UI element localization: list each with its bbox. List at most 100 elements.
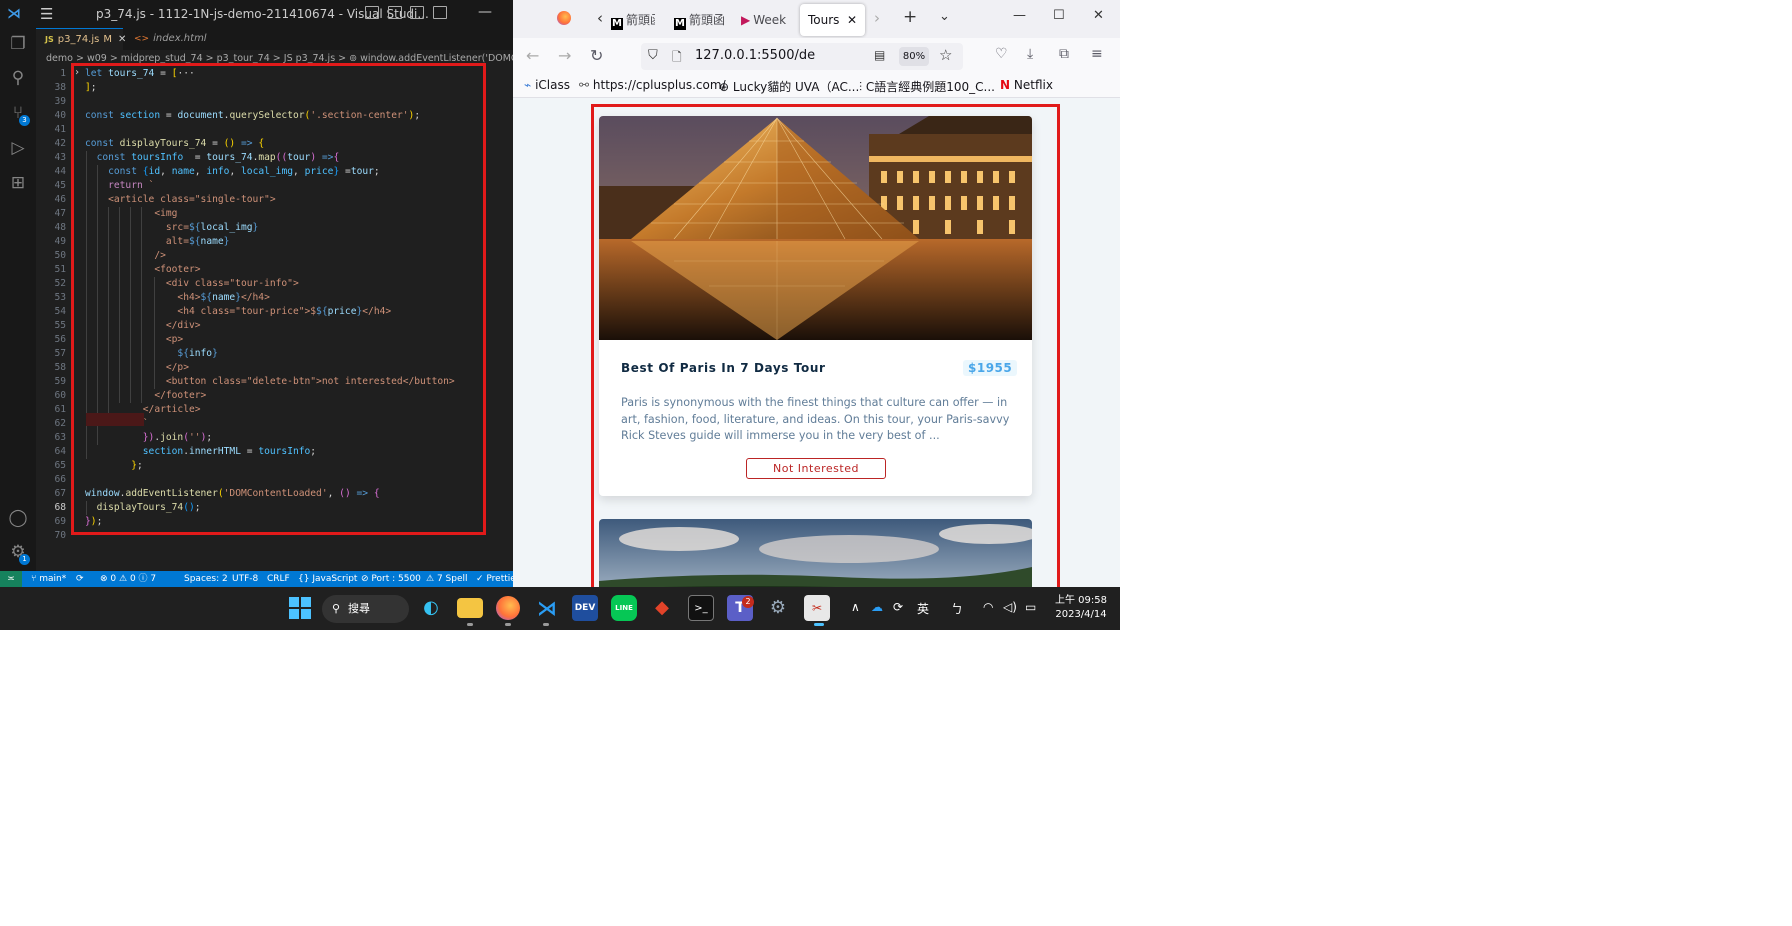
url-bar[interactable]: ⛉ 🗋 127.0.0.1:5500/demo/w09/mi ▤ 80% ☆ [641,43,963,70]
explorer-icon[interactable]: ❐ [0,32,36,56]
minimize-icon[interactable]: — [478,4,492,20]
line-number: 44 [54,166,66,177]
not-interested-button[interactable]: Not Interested [746,458,886,479]
tab-week[interactable]: ▶ Week [741,10,791,30]
bookmark-lucky-cat[interactable]: ⊕ Lucky貓的 UVA（AC... [719,78,859,95]
minimap[interactable] [491,67,513,571]
ime-indicator[interactable]: 英 [917,600,929,617]
volume-icon[interactable]: ◁) [1003,600,1017,614]
minimize-icon[interactable]: — [1013,8,1026,23]
firefox-icon[interactable] [496,596,520,620]
eol-status[interactable]: CRLF [267,571,290,587]
bookmark-star-icon[interactable]: ☆ [939,46,952,64]
start-icon[interactable] [287,595,313,621]
bookmark-iclass[interactable]: ⌁ iClass [524,78,570,92]
git-icon[interactable]: ◆ [649,595,675,621]
extensions-icon[interactable]: ⧉ [1059,46,1069,62]
toggle-panel-icon[interactable] [388,6,402,19]
list-tabs-icon[interactable]: ⌄ [939,9,950,24]
line-icon[interactable]: LINE [611,595,637,621]
close-tab-icon[interactable]: ✕ [847,4,857,36]
status-bar: ≍ ⑂ main* ⟳ ⊗ 0 ⚠ 0 ⓘ 7 Spaces: 2 UTF-8 … [0,571,513,587]
reload-icon[interactable]: ↻ [590,46,603,65]
tour-name: Best Of Paris In 7 Days Tour [621,361,826,375]
bookmark-c-examples[interactable]: ⫶ C語言經典例題100_C... [859,78,995,95]
desktop-screen: ⋊ ☰ p3_74.js - 1112-1N-js-demo-211410674… [0,0,1120,630]
forward-icon[interactable]: → [558,46,571,65]
vscode-icon[interactable]: ⋊ [534,595,560,621]
line-number: 58 [54,362,66,373]
url-text[interactable]: 127.0.0.1:5500/demo/w09/mi [695,48,815,63]
settings-gear-icon[interactable]: ⚙ 1 [0,540,36,565]
line-number: 69 [54,516,66,527]
line-number: 63 [54,432,66,443]
settings-icon[interactable]: ⚙ [765,595,791,621]
new-tab-icon[interactable]: + [903,7,917,27]
tab-arrow-function-2[interactable]: M 箭頭函 [674,10,724,30]
tab-arrow-function-1[interactable]: M箭頭函 [611,10,655,30]
language-status[interactable]: {} JavaScript [298,571,357,587]
encoding-status[interactable]: UTF-8 [232,571,258,587]
line-number: 67 [54,488,66,499]
zoom-level[interactable]: 80% [899,47,929,66]
fold-chevron-icon[interactable]: › [74,67,80,78]
maximize-icon[interactable]: ☐ [1053,8,1065,23]
live-server-status[interactable]: ⊘ Port : 5500 [361,571,421,587]
louvre-pyramid-image [599,116,1032,340]
input-mode-icon[interactable]: ㄅ [951,600,963,617]
terminal-icon[interactable]: >_ [688,595,714,621]
shield-icon[interactable]: ⛉ [648,48,658,63]
spell-status[interactable]: ⚠ 7 Spell [426,571,468,587]
snipping-tool-icon[interactable]: ✂ [804,595,830,621]
tab-scroll-right-icon[interactable]: › [874,9,880,27]
bookmark-netflix[interactable]: N Netflix [1000,78,1053,92]
onedrive-icon[interactable]: ☁ [871,600,883,614]
prettier-status[interactable]: ✓ Prettie [476,571,513,587]
edge-icon[interactable]: ◐ [418,595,444,621]
account-icon[interactable]: ◯ [0,506,36,530]
devc-icon[interactable]: DEV [572,595,598,621]
firefox-view-icon[interactable] [557,11,571,25]
toggle-secondary-sidebar-icon[interactable] [410,6,424,19]
tab-label: index.html [153,33,207,44]
file-explorer-icon[interactable] [457,598,483,618]
branch-status[interactable]: ⑂ main* [31,571,66,587]
tab-p3-74-js[interactable]: JS p3_74.js M ✕ [36,28,126,50]
show-hidden-icons[interactable]: ∧ [851,600,860,614]
customize-layout-icon[interactable] [433,6,447,19]
globe-icon: ⊕ [719,80,730,94]
system-clock[interactable]: 上午 09:58 2023/4/14 [1055,594,1107,622]
sync-status-icon[interactable]: ⟳ [893,600,903,614]
run-debug-icon[interactable]: ▷ [0,136,36,160]
pocket-icon[interactable]: ♡ [995,46,1008,62]
battery-icon[interactable]: ▭ [1025,600,1036,614]
sync-icon[interactable]: ⟳ [76,571,84,587]
bookmark-cplusplus[interactable]: ⚯ https://cplusplus.com/ [579,78,726,92]
tab-tours[interactable]: Tours ✕ [800,4,865,36]
line-number: 54 [54,306,66,317]
reader-view-icon[interactable]: ▤ [874,48,885,62]
problems-status[interactable]: ⊗ 0 ⚠ 0 ⓘ 7 [100,571,156,587]
hamburger-menu-icon[interactable]: ☰ [40,5,53,23]
source-control-icon[interactable]: ⑂ 3 [0,101,36,126]
tab-scroll-left-icon[interactable]: ‹ [597,9,603,27]
wifi-icon[interactable]: ◠ [983,600,993,614]
single-tour-card: Best Of Paris In 7 Days Tour $1955 Paris… [599,116,1032,496]
vscode-logo-icon: ⋊ [7,6,21,22]
line-number: 39 [54,96,66,107]
tab-index-html[interactable]: <> index.html [125,28,210,50]
play-site-icon: ▶ [741,13,751,27]
next-tour-card-image [599,519,1032,587]
search-icon[interactable]: ⚲ [0,66,36,90]
close-window-icon[interactable]: ✕ [1093,8,1104,23]
back-icon[interactable]: ← [526,46,539,65]
remote-icon[interactable]: ≍ [0,571,22,587]
breadcrumb[interactable]: demo > w09 > midprep_stud_74 > p3_tour_7… [36,50,513,67]
indentation-status[interactable]: Spaces: 2 [184,571,228,587]
downloads-icon[interactable]: ⤓ [1027,46,1033,62]
extensions-icon[interactable]: ⊞ [0,171,36,195]
app-menu-icon[interactable]: ≡ [1091,46,1103,62]
taskbar-search[interactable]: ⚲ 搜尋 [322,595,409,623]
toggle-sidebar-icon[interactable] [365,6,379,19]
code-editor[interactable]: 1 38 39 40 41 42 43 44 45 46 47 48 49 50 51 52 53 54 55 56 5… [36,67,513,571]
